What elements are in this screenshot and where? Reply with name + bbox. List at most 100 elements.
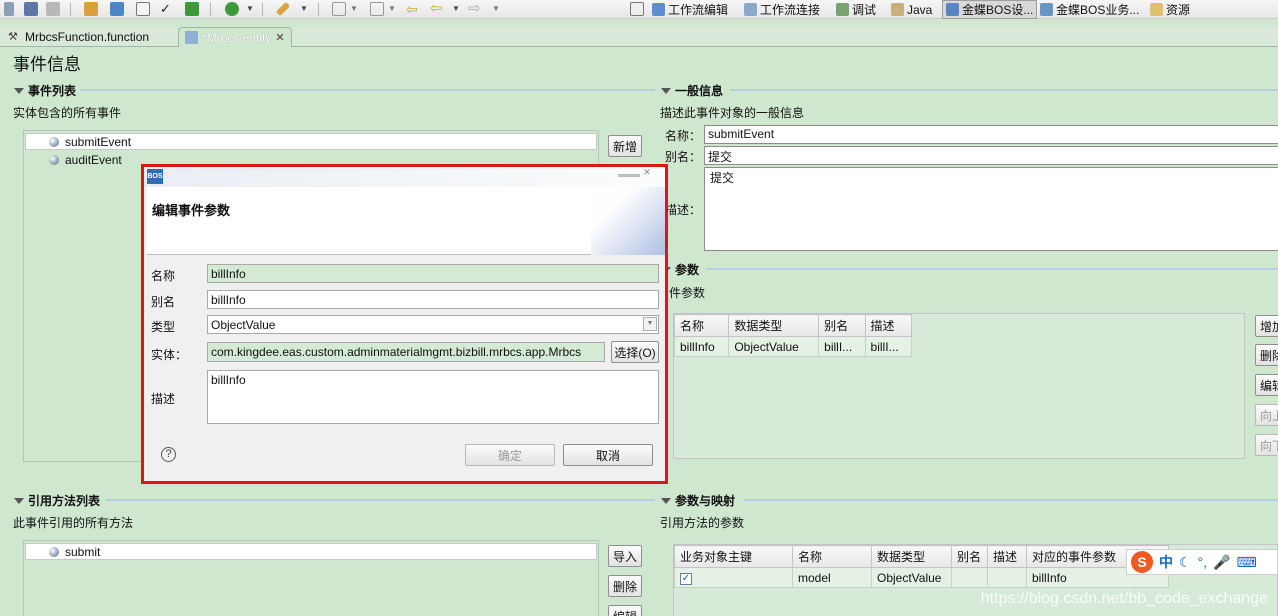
chevron-down-icon[interactable]: ▼ bbox=[246, 2, 254, 16]
column-header[interactable]: 数据类型 bbox=[871, 545, 952, 568]
ok-button[interactable]: 确定 bbox=[465, 444, 555, 466]
print-icon[interactable] bbox=[46, 2, 60, 16]
punctuation-icon[interactable]: °, bbox=[1198, 554, 1208, 570]
method-list-box[interactable]: submit bbox=[23, 540, 599, 616]
table-cell[interactable]: ObjectValue bbox=[871, 567, 952, 588]
keyboard-icon[interactable]: ⌨ bbox=[1237, 554, 1257, 571]
param-description-field[interactable]: billInfo bbox=[207, 370, 659, 424]
param-alias-label: 别名 bbox=[151, 295, 176, 309]
next-annotation-icon[interactable] bbox=[332, 2, 346, 16]
perspective-bos-business[interactable]: 金蝶BOS业务... bbox=[1040, 0, 1139, 19]
param-mapping-description: 引用方法的参数 bbox=[660, 516, 745, 530]
perspective-label: 工作流编辑 bbox=[668, 3, 729, 17]
open-perspective-icon[interactable] bbox=[630, 2, 644, 16]
event-icon bbox=[49, 136, 59, 147]
sogou-logo-icon[interactable]: S bbox=[1131, 551, 1153, 573]
chevron-down-icon[interactable]: ▼ bbox=[492, 2, 500, 16]
move-down-button[interactable]: 向下 bbox=[1255, 434, 1278, 456]
forward-arrow-icon[interactable]: ⇨ bbox=[468, 1, 482, 16]
table-cell[interactable]: billI... bbox=[864, 336, 913, 357]
tab-mrbcs-entity[interactable]: *Mrbcs.entity ✕ bbox=[178, 27, 292, 47]
save-icon[interactable] bbox=[24, 2, 38, 16]
check-icon[interactable]: ✓ bbox=[160, 2, 174, 16]
column-header[interactable]: 别名 bbox=[951, 545, 988, 568]
help-icon[interactable]: ? bbox=[161, 447, 176, 462]
magic-wand-icon[interactable] bbox=[275, 1, 291, 17]
chevron-down-icon[interactable]: ▼ bbox=[643, 317, 657, 331]
event-alias-field[interactable]: 提交 bbox=[704, 146, 1278, 165]
event-list-heading[interactable]: 事件列表 bbox=[14, 82, 76, 99]
close-icon[interactable]: ✕ bbox=[640, 167, 654, 179]
column-header[interactable]: 名称 bbox=[674, 314, 730, 337]
close-icon[interactable]: ✕ bbox=[275, 31, 284, 44]
tab-mrbcs-function[interactable]: ⚒ MrbcsFunction.function bbox=[2, 27, 155, 47]
perspective-debug[interactable]: 调试 bbox=[836, 0, 876, 19]
back-icon[interactable] bbox=[4, 2, 14, 16]
ime-mode-toggle[interactable]: 中 bbox=[1159, 552, 1173, 572]
method-list-heading[interactable]: 引用方法列表 bbox=[14, 492, 100, 509]
minimize-icon[interactable] bbox=[618, 174, 640, 177]
column-header[interactable]: 描述 bbox=[987, 545, 1027, 568]
add-event-button[interactable]: 新增 bbox=[608, 135, 642, 157]
import-method-button[interactable]: 导入 bbox=[608, 545, 642, 567]
microphone-icon[interactable]: 🎤 bbox=[1213, 554, 1230, 571]
refresh-icon[interactable] bbox=[185, 2, 199, 16]
edit-param-button[interactable]: 编辑 bbox=[1255, 374, 1278, 396]
perspective-workflow-connect[interactable]: 工作流连接 bbox=[744, 0, 820, 19]
form-icon[interactable] bbox=[110, 2, 124, 16]
select-entity-button[interactable]: 选择(O) bbox=[611, 341, 659, 363]
edit-method-button[interactable]: 编辑 bbox=[608, 605, 642, 616]
table-cell[interactable]: ObjectValue bbox=[728, 336, 820, 357]
delete-method-button[interactable]: 删除 bbox=[608, 575, 642, 597]
table-cell[interactable] bbox=[987, 567, 1027, 588]
checkbox[interactable]: ✓ bbox=[680, 573, 692, 585]
general-info-description: 描述此事件对象的一般信息 bbox=[660, 106, 805, 120]
chevron-down-icon[interactable]: ▼ bbox=[452, 2, 460, 16]
param-alias-field[interactable]: billInfo bbox=[207, 290, 659, 309]
chevron-down-icon[interactable]: ▼ bbox=[300, 2, 308, 16]
list-item[interactable]: submit bbox=[25, 543, 597, 560]
add-param-button[interactable]: 增加 bbox=[1255, 315, 1278, 337]
table-row[interactable]: billInfo ObjectValue billI... billI... bbox=[674, 336, 913, 357]
back-arrow-icon[interactable]: ⇦ bbox=[430, 1, 444, 16]
column-header[interactable]: 业务对象主键 bbox=[674, 545, 793, 568]
dialog-banner-image bbox=[591, 187, 665, 255]
move-up-button[interactable]: 向上 bbox=[1255, 404, 1278, 426]
table-cell[interactable]: billI... bbox=[818, 336, 866, 357]
table-row[interactable]: ✓ model ObjectValue billInfo bbox=[674, 567, 1169, 588]
perspective-resource[interactable]: 资源 bbox=[1150, 0, 1190, 19]
chevron-down-icon[interactable]: ▼ bbox=[350, 2, 358, 16]
document-icon[interactable] bbox=[136, 2, 150, 16]
table-cell[interactable]: billInfo bbox=[674, 336, 730, 357]
param-mapping-heading[interactable]: 参数与映射 bbox=[661, 492, 735, 509]
table-cell[interactable]: model bbox=[792, 567, 872, 588]
column-header[interactable]: 描述 bbox=[864, 314, 913, 337]
last-edit-icon[interactable]: ⇦ bbox=[406, 2, 420, 16]
param-name-field[interactable]: billInfo bbox=[207, 264, 659, 283]
perspective-workflow-edit[interactable]: 工作流编辑 bbox=[652, 0, 728, 19]
param-entity-field[interactable]: com.kingdee.eas.custom.adminmaterialmgmt… bbox=[207, 342, 605, 362]
prev-annotation-icon[interactable] bbox=[370, 2, 384, 16]
moon-icon[interactable]: ☾ bbox=[1179, 554, 1192, 571]
list-item[interactable]: submitEvent bbox=[25, 133, 597, 150]
delete-param-button[interactable]: 删除 bbox=[1255, 344, 1278, 366]
debug-run-icon[interactable] bbox=[225, 2, 239, 16]
run-tool-icon[interactable] bbox=[84, 2, 98, 16]
java-icon bbox=[891, 3, 904, 16]
column-header[interactable]: 数据类型 bbox=[728, 314, 820, 337]
table-header-row: 名称 数据类型 别名 描述 bbox=[674, 314, 913, 337]
perspective-java[interactable]: Java bbox=[891, 0, 932, 19]
chevron-down-icon[interactable]: ▼ bbox=[388, 2, 396, 16]
column-header[interactable]: 名称 bbox=[792, 545, 872, 568]
perspective-bos-design[interactable]: 金蝶BOS设... bbox=[942, 0, 1038, 19]
list-item[interactable]: auditEvent bbox=[25, 151, 122, 168]
table-cell[interactable]: ✓ bbox=[674, 567, 793, 588]
general-info-heading[interactable]: 一般信息 bbox=[661, 82, 723, 99]
table-cell[interactable] bbox=[951, 567, 988, 588]
event-name-field[interactable]: submitEvent bbox=[704, 125, 1278, 144]
event-name: auditEvent bbox=[65, 152, 122, 167]
cancel-button[interactable]: 取消 bbox=[563, 444, 653, 466]
param-type-select[interactable]: ObjectValue ▼ bbox=[207, 315, 659, 334]
event-description-field[interactable]: 提交 bbox=[704, 167, 1278, 251]
column-header[interactable]: 别名 bbox=[818, 314, 866, 337]
